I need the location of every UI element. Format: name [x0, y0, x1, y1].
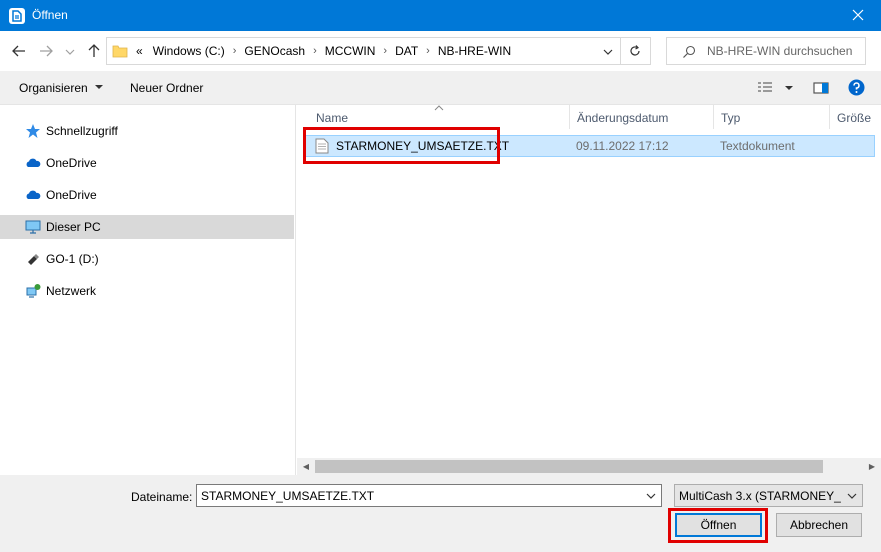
horizontal-scrollbar[interactable]: ◀ ▶ [297, 458, 881, 475]
column-header-date[interactable]: Änderungsdatum [570, 105, 714, 129]
caret-down-icon [95, 85, 104, 89]
view-options-button[interactable] [757, 81, 773, 95]
arrow-up-icon [88, 44, 100, 57]
arrow-left-icon [12, 45, 25, 57]
breadcrumb-item[interactable]: NB-HRE-WIN [433, 44, 516, 58]
file-type-filter[interactable]: MultiCash 3.x (STARMONEY_UMSAETZE.TXT) [674, 484, 863, 507]
search-placeholder: NB-HRE-WIN durchsuchen [707, 44, 853, 58]
highlight-box [303, 127, 500, 164]
refresh-button[interactable] [620, 37, 651, 65]
app-icon [9, 8, 25, 24]
cloud-icon [26, 158, 41, 167]
highlight-box [668, 508, 768, 543]
view-list-icon [758, 82, 772, 92]
command-bar: Organisieren Neuer Ordner [0, 71, 881, 105]
file-type-dropdown[interactable] [842, 485, 862, 506]
sidebar-item-label: OneDrive [46, 156, 97, 170]
sidebar-item-this-pc[interactable]: Dieser PC [0, 215, 294, 239]
sidebar-item-label: OneDrive [46, 188, 97, 202]
breadcrumb-item[interactable]: DAT [390, 44, 423, 58]
sidebar-item-usb-drive[interactable]: GO-1 (D:) [0, 247, 294, 271]
column-header-label: Größe [837, 111, 872, 125]
sidebar-item-onedrive[interactable]: OneDrive [0, 183, 294, 207]
preview-pane-button[interactable] [813, 81, 829, 95]
back-button[interactable] [9, 41, 29, 61]
column-header-type[interactable]: Typ [714, 105, 830, 129]
dialog-footer: Dateiname: MultiCash 3.x (STARMONEY_UMSA… [0, 475, 881, 552]
view-dropdown-button[interactable] [784, 81, 794, 95]
search-input[interactable]: NB-HRE-WIN durchsuchen [666, 37, 866, 65]
breadcrumb-separator[interactable]: › [310, 45, 320, 57]
sidebar-item-quick-access[interactable]: Schnellzugriff [0, 119, 294, 143]
window-title: Öffnen [32, 8, 68, 22]
breadcrumb-separator[interactable]: › [230, 45, 240, 57]
pc-icon [25, 220, 41, 234]
column-header-size[interactable]: Größe [830, 105, 881, 129]
search-icon [683, 45, 696, 58]
breadcrumb-separator[interactable]: › [380, 45, 390, 57]
breadcrumb-separator[interactable]: › [423, 45, 433, 57]
up-button[interactable] [84, 41, 104, 61]
filename-label: Dateiname: [131, 490, 193, 504]
forward-button[interactable] [36, 41, 56, 61]
file-date: 09.11.2022 17:12 [576, 139, 669, 153]
column-header-label: Name [316, 111, 349, 125]
close-icon [852, 9, 864, 21]
recent-locations-button[interactable] [60, 41, 80, 61]
breadcrumb-overflow[interactable]: « [131, 44, 148, 58]
organize-menu-button[interactable]: Organisieren [19, 81, 104, 95]
filename-history-dropdown[interactable] [641, 485, 661, 506]
sidebar-item-onedrive[interactable]: OneDrive [0, 151, 294, 175]
help-button[interactable] [848, 79, 865, 96]
organize-label: Organisieren [19, 81, 88, 95]
scrollbar-thumb[interactable] [315, 460, 823, 473]
column-header-name[interactable]: Name [309, 105, 570, 129]
filename-field[interactable] [196, 484, 662, 507]
new-folder-button[interactable]: Neuer Ordner [130, 81, 203, 95]
scroll-right-icon[interactable]: ▶ [865, 460, 879, 473]
cancel-button[interactable]: Abbrechen [776, 513, 862, 537]
close-button[interactable] [835, 0, 881, 31]
cloud-icon [26, 190, 41, 199]
preview-pane-icon [813, 82, 829, 94]
folder-icon [112, 45, 128, 58]
chevron-down-icon [646, 493, 656, 499]
column-header-label: Änderungsdatum [577, 111, 669, 125]
sidebar-item-label: GO-1 (D:) [46, 252, 99, 266]
refresh-icon [630, 45, 640, 56]
help-icon [848, 79, 865, 96]
sidebar-item-label: Netzwerk [46, 284, 97, 298]
star-icon [26, 124, 40, 138]
breadcrumb-item[interactable]: MCCWIN [320, 44, 381, 58]
file-type: Textdokument [720, 139, 795, 153]
chevron-down-icon[interactable] [602, 46, 614, 58]
scroll-left-icon[interactable]: ◀ [299, 460, 313, 473]
sidebar-item-network[interactable]: Netzwerk [0, 279, 294, 303]
chevron-down-icon [65, 49, 75, 55]
breadcrumb: « Windows (C:) › GENOcash › MCCWIN › DAT… [131, 38, 516, 64]
file-list: Name Änderungsdatum Typ Größe STARMONEY_… [297, 105, 881, 475]
breadcrumb-item[interactable]: GENOcash [239, 44, 310, 58]
sidebar-item-label: Schnellzugriff [46, 124, 118, 138]
address-bar[interactable]: « Windows (C:) › GENOcash › MCCWIN › DAT… [106, 37, 621, 65]
filename-input[interactable] [197, 485, 627, 506]
title-bar: Öffnen [0, 0, 881, 31]
file-type-filter-value: MultiCash 3.x (STARMONEY_UMSAETZE.TXT) [679, 489, 841, 503]
caret-down-icon [785, 86, 793, 90]
network-icon [26, 284, 41, 298]
usb-drive-icon [28, 254, 39, 265]
arrow-right-icon [40, 45, 53, 57]
navigation-pane: Schnellzugriff OneDrive OneDrive Dieser … [0, 105, 296, 475]
breadcrumb-item[interactable]: Windows (C:) [148, 44, 230, 58]
column-header-label: Typ [721, 111, 741, 125]
chevron-down-icon [847, 493, 857, 499]
sidebar-item-label: Dieser PC [46, 220, 101, 234]
